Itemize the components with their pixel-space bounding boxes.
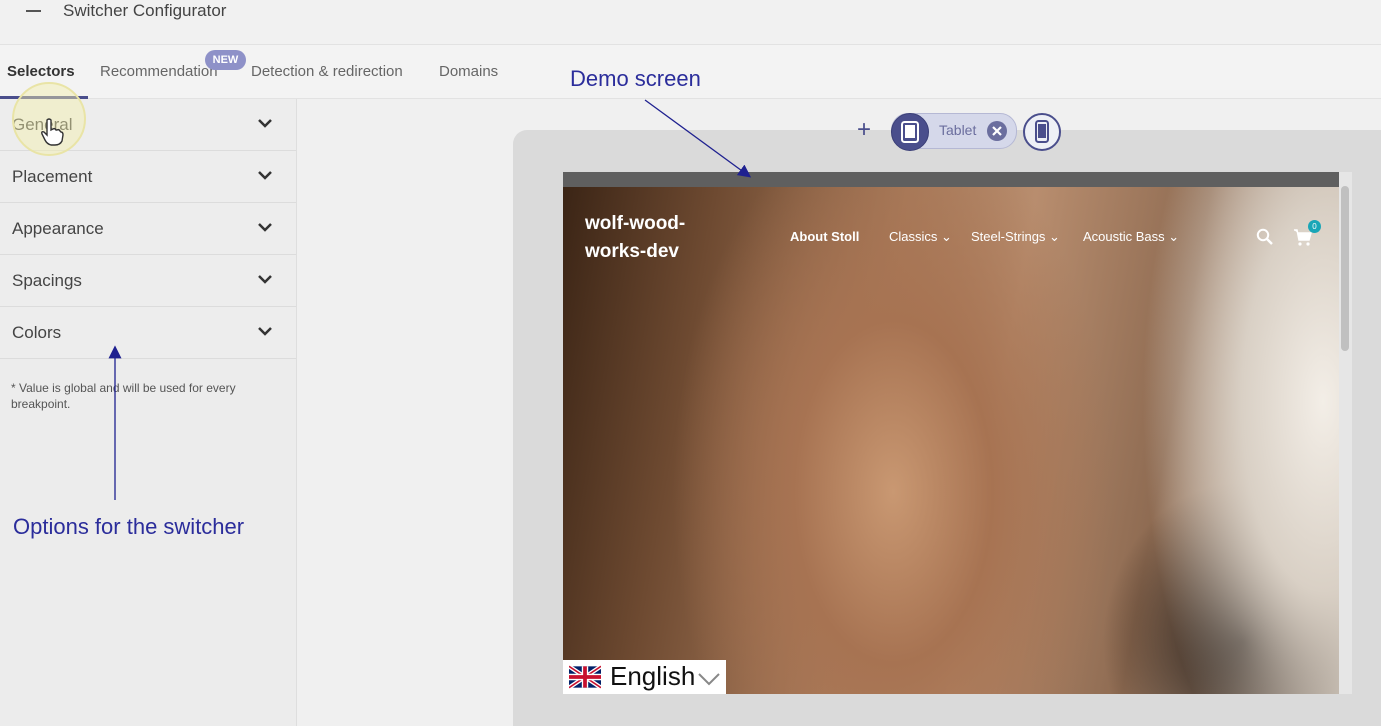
language-label: English — [610, 661, 696, 691]
chevron-down-icon — [258, 171, 272, 180]
accordion-appearance[interactable]: Appearance — [0, 203, 296, 255]
accordion-label: Placement — [12, 167, 93, 186]
scrollbar-thumb[interactable] — [1341, 186, 1349, 351]
tab-recommendation[interactable]: Recommendation — [100, 63, 218, 80]
phone-device-button[interactable] — [1023, 113, 1061, 151]
demo-site-preview: wolf-wood-works-dev About Stoll Classics… — [563, 172, 1339, 694]
chevron-down-icon — [258, 119, 272, 128]
app-header: Switcher Configurator — [0, 0, 1381, 45]
site-nav-acoustic-bass[interactable]: Acoustic Bass ⌄ — [1083, 229, 1179, 245]
chevron-down-icon — [258, 327, 272, 336]
chevron-down-icon — [258, 223, 272, 232]
close-icon — [992, 126, 1002, 136]
tab-domains[interactable]: Domains — [439, 63, 498, 80]
options-sidebar: General Placement Appearance Spacings Co… — [0, 99, 297, 726]
site-topbar — [563, 172, 1339, 187]
tablet-device-button[interactable] — [891, 113, 929, 151]
site-logo[interactable]: wolf-wood-works-dev — [585, 210, 735, 266]
accordion-placement[interactable]: Placement — [0, 151, 296, 203]
accordion-colors[interactable]: Colors — [0, 307, 296, 359]
app-title: Switcher Configurator — [63, 1, 227, 20]
add-breakpoint-button[interactable]: + — [857, 118, 871, 142]
cart-count-badge: 0 — [1308, 220, 1321, 233]
demo-screen-annotation: Demo screen — [570, 66, 701, 91]
global-value-note: * Value is global and will be used for e… — [11, 381, 236, 411]
chevron-down-icon — [698, 673, 720, 686]
accordion-label: Colors — [12, 323, 62, 342]
hand-cursor-icon — [41, 118, 64, 146]
accordion-label: Spacings — [12, 271, 82, 290]
options-annotation: Options for the switcher — [13, 514, 245, 539]
phone-icon — [1035, 120, 1049, 143]
site-nav-steel-strings[interactable]: Steel-Strings ⌄ — [971, 229, 1060, 245]
accordion-spacings[interactable]: Spacings — [0, 255, 296, 307]
language-switcher[interactable]: English — [563, 660, 726, 694]
remove-device-button[interactable] — [987, 121, 1007, 141]
tab-detection-redirection[interactable]: Detection & redirection — [251, 63, 403, 80]
device-label: Tablet — [939, 122, 977, 138]
minimize-icon[interactable] — [26, 10, 41, 12]
accordion-label: Appearance — [12, 219, 104, 238]
search-icon[interactable] — [1256, 228, 1274, 246]
site-nav-classics[interactable]: Classics ⌄ — [889, 229, 952, 245]
new-badge: NEW — [205, 50, 246, 70]
chevron-down-icon — [258, 275, 272, 284]
tablet-icon — [901, 121, 919, 143]
site-nav-about[interactable]: About Stoll — [790, 229, 859, 244]
uk-flag-icon — [569, 665, 601, 689]
tab-selectors[interactable]: Selectors — [7, 63, 75, 80]
